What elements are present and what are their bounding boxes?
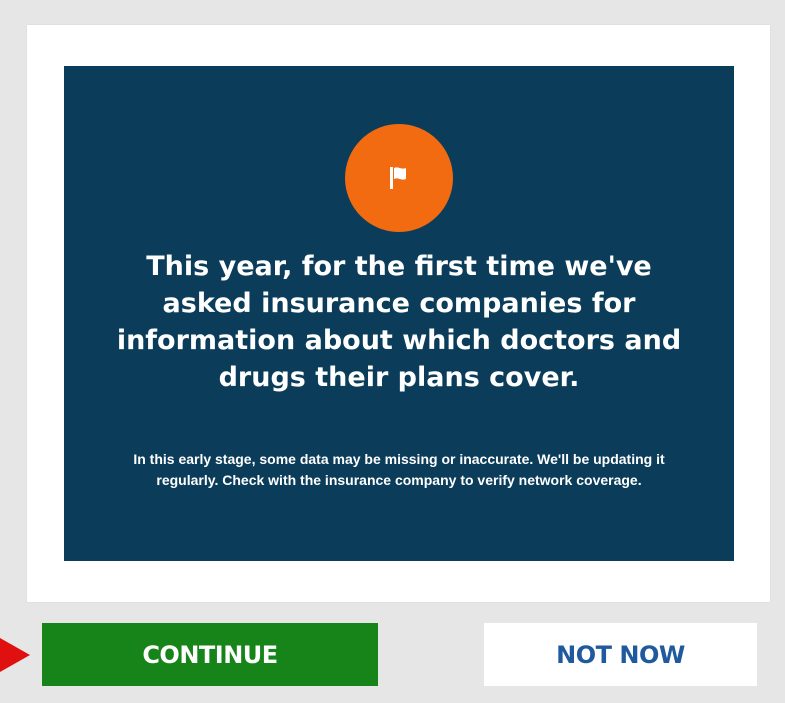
flag-badge [345,124,453,232]
notice-headline: This year, for the first time we've aske… [116,251,682,393]
notice-card: This year, for the first time we've aske… [27,25,770,602]
notice-panel: This year, for the first time we've aske… [64,66,734,561]
modal-page: This year, for the first time we've aske… [0,0,785,703]
notice-subtext: In this early stage, some data may be mi… [133,451,665,488]
continue-button[interactable]: CONTINUE [42,623,378,686]
not-now-button[interactable]: NOT NOW [484,623,757,686]
flag-icon [390,167,406,189]
pointer-arrow-icon [0,638,30,672]
